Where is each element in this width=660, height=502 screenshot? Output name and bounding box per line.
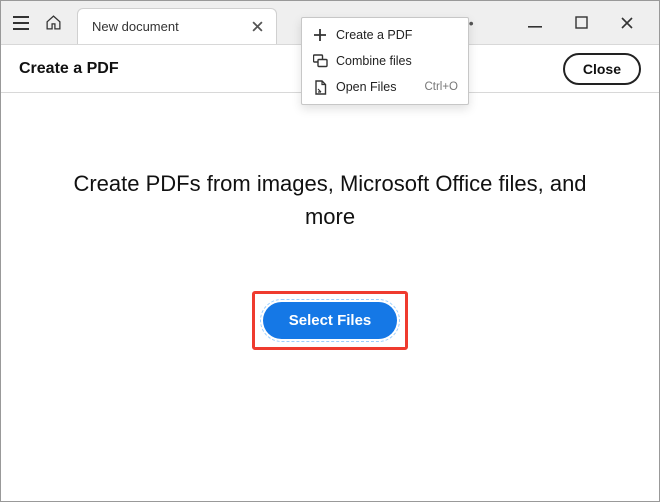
menu-item-shortcut: Ctrl+O <box>424 81 458 93</box>
minimize-icon <box>528 16 542 30</box>
app-window: New document ••• <box>0 0 660 502</box>
tab-close-button[interactable] <box>248 17 266 35</box>
hamburger-icon <box>13 16 29 30</box>
headline-text: Create PDFs from images, Microsoft Offic… <box>70 167 590 233</box>
open-file-icon <box>312 79 328 95</box>
menu-item-open-files[interactable]: Open Files Ctrl+O <box>302 74 468 100</box>
close-button[interactable]: Close <box>563 53 641 85</box>
combine-icon <box>312 53 328 69</box>
window-minimize-button[interactable] <box>525 13 545 33</box>
home-icon <box>45 14 62 31</box>
create-menu: Create a PDF Combine files Open Fil <box>301 17 469 105</box>
annotation-select-files: Select Files <box>252 291 409 350</box>
page-title: Create a PDF <box>19 60 119 78</box>
maximize-icon <box>575 16 588 29</box>
menu-item-label: Open Files <box>336 80 396 94</box>
menu-item-combine-files[interactable]: Combine files <box>302 48 468 74</box>
menu-item-create-pdf[interactable]: Create a PDF <box>302 22 468 48</box>
menu-item-label: Create a PDF <box>336 28 412 42</box>
select-files-button[interactable]: Select Files <box>263 302 398 339</box>
close-icon <box>620 16 634 30</box>
menu-item-label: Combine files <box>336 54 412 68</box>
content-area: Create PDFs from images, Microsoft Offic… <box>1 93 659 501</box>
window-maximize-button[interactable] <box>571 13 591 33</box>
close-icon <box>252 21 263 32</box>
home-button[interactable] <box>37 7 69 39</box>
document-tab[interactable]: New document <box>77 8 277 44</box>
tab-title: New document <box>92 19 179 34</box>
window-controls <box>525 13 655 33</box>
window-close-button[interactable] <box>617 13 637 33</box>
hamburger-menu-button[interactable] <box>5 7 37 39</box>
plus-icon <box>312 27 328 43</box>
